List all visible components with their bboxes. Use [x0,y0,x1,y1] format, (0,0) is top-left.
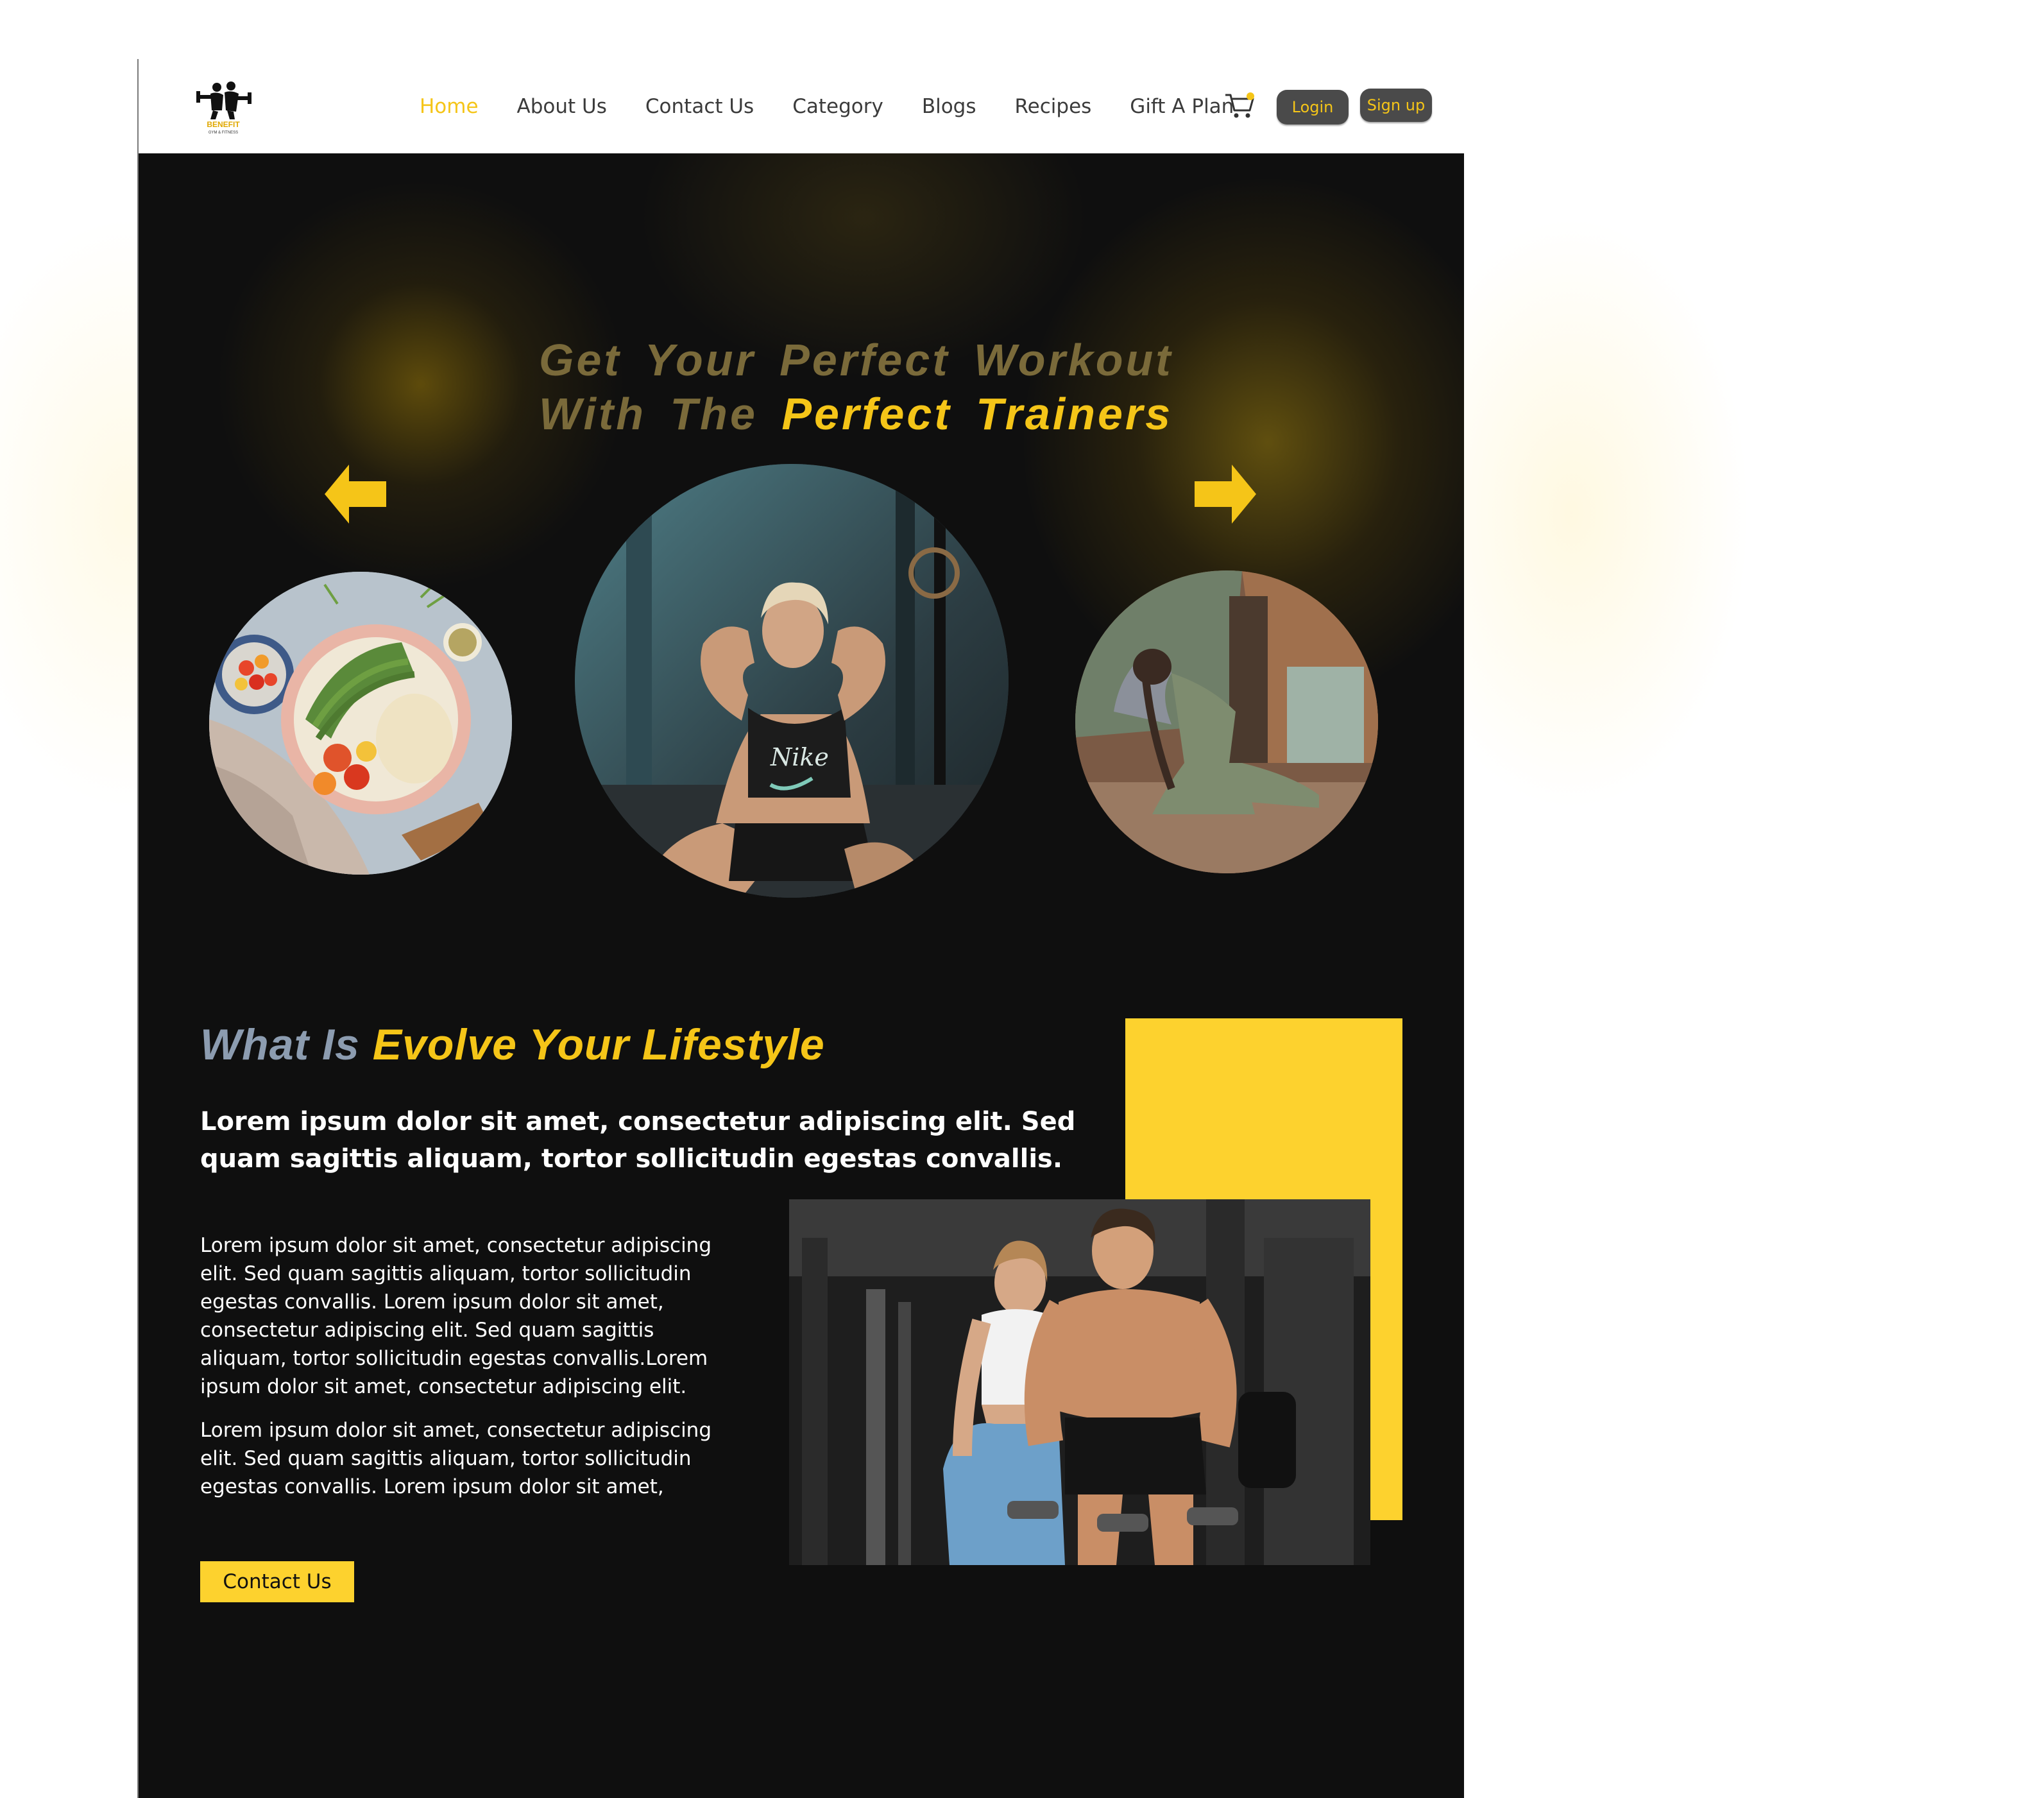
about-title-prefix: What Is [200,1020,360,1069]
yoga-image[interactable] [1075,570,1378,873]
hero-title: Get Your Perfect Workout With The Perfec… [539,333,1173,441]
trainer-image[interactable]: Nike [575,464,1009,898]
trainer-illustration: Nike [575,464,1009,898]
brand-logo[interactable]: BENEFIT GYM & FITNESS [192,78,254,136]
about-paragraph-1: Lorem ipsum dolor sit amet, consectetur … [200,1234,712,1398]
nav-blogs[interactable]: Blogs [922,95,976,118]
arrow-left-icon[interactable] [323,462,388,526]
page-frame: BENEFIT GYM & FITNESS Home About Us Cont… [137,59,1464,1798]
nav-gift-a-plan[interactable]: Gift A Plan [1130,95,1234,118]
arrow-right-icon[interactable] [1193,462,1257,526]
signup-button[interactable]: Sign up [1360,89,1432,122]
couple-gym-image [789,1199,1370,1565]
cart-icon[interactable] [1224,91,1256,121]
about-lead-text: Lorem ipsum dolor sit amet, consectetur … [200,1107,1076,1174]
about-title-highlight: Evolve Your Lifestyle [372,1020,825,1069]
nav-category[interactable]: Category [792,95,883,118]
contact-us-button[interactable]: Contact Us [200,1561,354,1602]
about-title: What Is Evolve Your Lifestyle [200,1020,825,1070]
nav-contact-us[interactable]: Contact Us [645,95,754,118]
logo-subtext: GYM & FITNESS [209,131,238,135]
about-body: Lorem ipsum dolor sit amet, consectetur … [200,1231,713,1516]
logo-text: BENEFIT [207,120,240,129]
yoga-illustration [1075,570,1378,873]
hero-title-line2: With The Perfect Trainers [539,387,1170,441]
nav-recipes[interactable]: Recipes [1015,95,1092,118]
hero-title-highlight: Perfect Trainers [781,389,1173,439]
hero-title-line1: Get Your Perfect Workout [539,335,1173,385]
site-header: BENEFIT GYM & FITNESS Home About Us Cont… [139,59,1464,153]
nav-home[interactable]: Home [420,95,479,118]
food-illustration [209,572,512,875]
couple-illustration [789,1199,1370,1565]
about-paragraph-2: Lorem ipsum dolor sit amet, consectetur … [200,1419,712,1498]
nav-about-us[interactable]: About Us [517,95,607,118]
login-button[interactable]: Login [1277,90,1349,124]
main-section: Get Your Perfect Workout With The Perfec… [139,153,1464,1798]
hero-title-prefix: With The [539,389,758,439]
food-image[interactable] [209,572,512,875]
shirt-text: Nike [770,743,829,771]
main-nav: Home About Us Contact Us Category Blogs … [420,59,1272,153]
